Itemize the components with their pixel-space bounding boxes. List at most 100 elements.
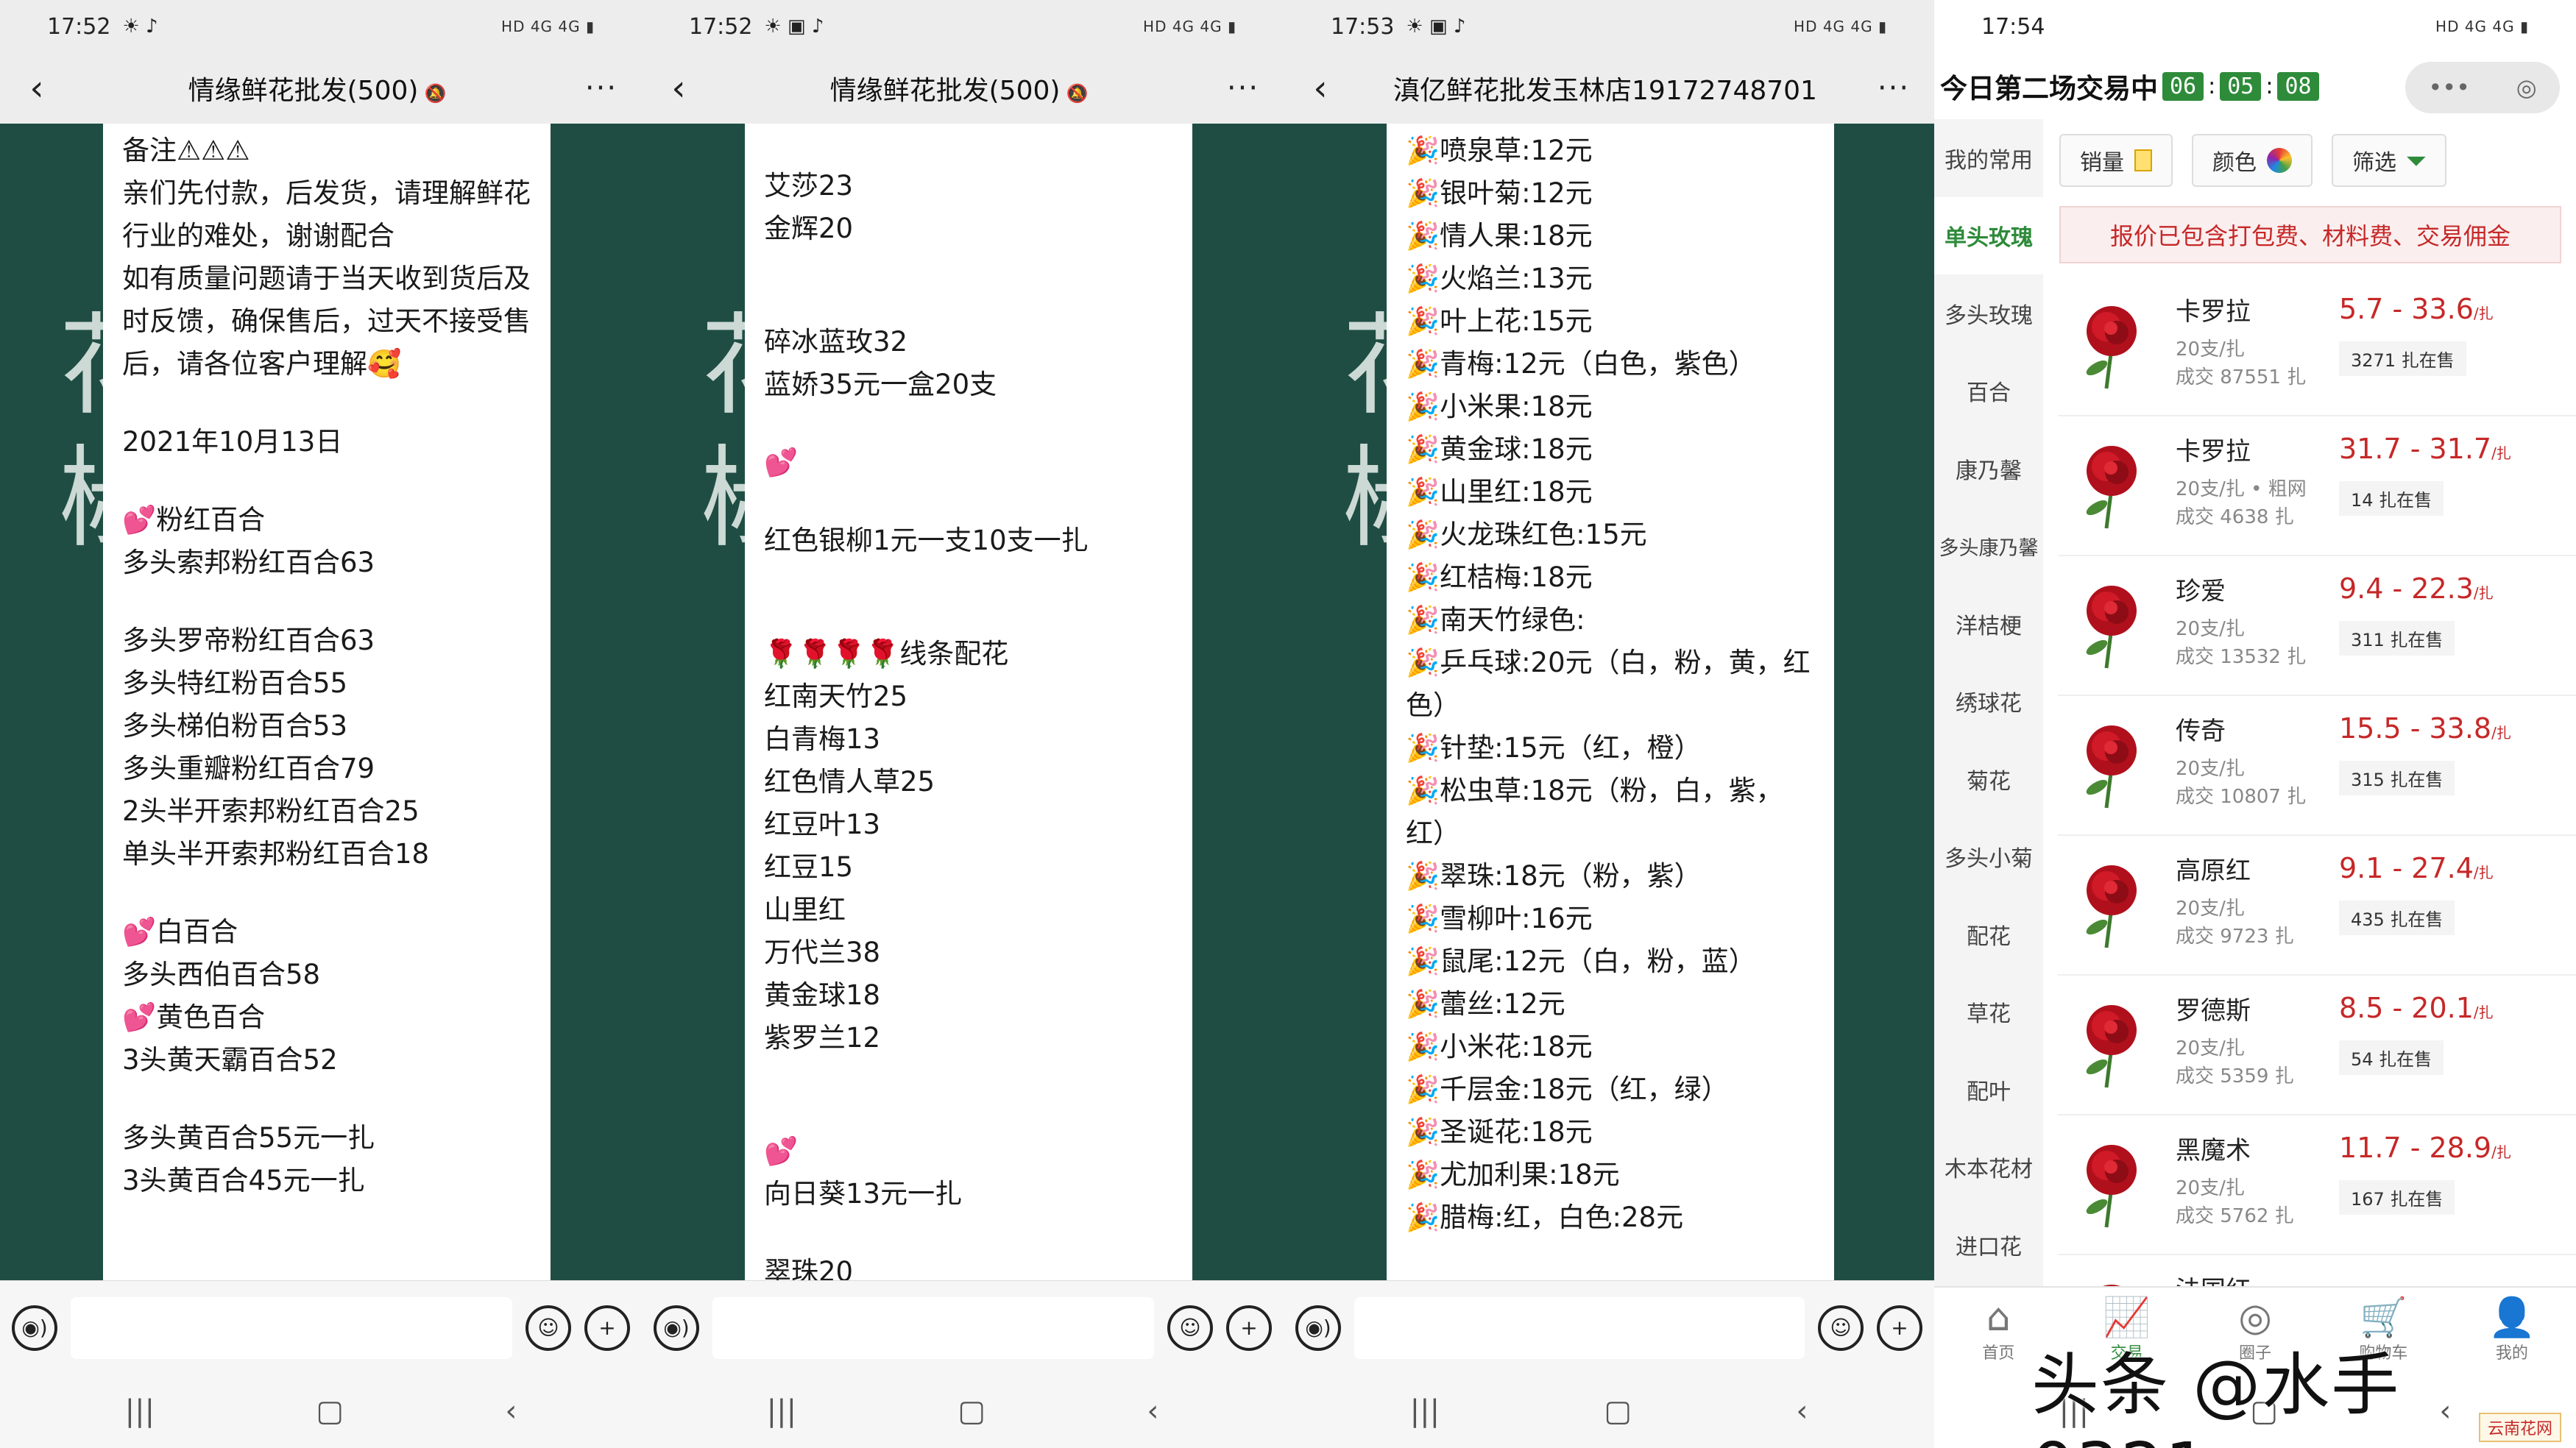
rose-image bbox=[2064, 714, 2159, 809]
voice-icon[interactable]: ◉) bbox=[1295, 1305, 1341, 1351]
line-spacer bbox=[764, 484, 1173, 519]
color-filter-button[interactable]: 颜色 bbox=[2192, 134, 2313, 187]
line-spacer bbox=[764, 562, 1173, 633]
message-line: 翠珠20 bbox=[764, 1256, 854, 1280]
home-icon[interactable]: ▢ bbox=[1604, 1394, 1632, 1428]
emoji-icon[interactable]: ☺ bbox=[1818, 1305, 1864, 1351]
sort-sales-button[interactable]: 销量 bbox=[2059, 134, 2173, 187]
product-name: 黑魔术 bbox=[2176, 1136, 2251, 1165]
capsule-more-icon[interactable]: ••• bbox=[2428, 74, 2470, 102]
product-spec: 20支/扎 bbox=[2176, 1037, 2245, 1060]
category-item[interactable]: 绣球花 bbox=[1934, 663, 2043, 741]
home-icon[interactable]: ▢ bbox=[316, 1394, 344, 1428]
more-options-icon[interactable]: ··· bbox=[1853, 71, 1934, 105]
message-line: 🎉银叶菊:12元 bbox=[1406, 177, 1593, 209]
status-signal: HD 4G 4G ▮ bbox=[1794, 18, 1887, 35]
home-icon[interactable]: ▢ bbox=[958, 1394, 986, 1428]
product-deals: 成交 9723 扎 bbox=[2176, 926, 2294, 948]
emoji-icon[interactable]: ☺ bbox=[1167, 1305, 1213, 1351]
message-line: 💕白百合 bbox=[122, 916, 238, 948]
category-item[interactable]: 草花 bbox=[1934, 973, 2043, 1051]
message-input[interactable] bbox=[71, 1296, 512, 1359]
message-line: 多头特红粉百合55 bbox=[122, 667, 348, 699]
rose-image bbox=[2064, 1133, 2159, 1229]
message-input[interactable] bbox=[712, 1296, 1154, 1359]
emoji-icon[interactable]: ☺ bbox=[526, 1305, 571, 1351]
category-item[interactable]: 配叶 bbox=[1934, 1051, 2043, 1129]
nav-back-icon[interactable]: ‹ bbox=[1796, 1394, 1808, 1428]
recent-apps-icon[interactable]: ||| bbox=[125, 1394, 155, 1428]
line-spacer bbox=[122, 584, 531, 620]
category-item[interactable]: 单头玫瑰 bbox=[1934, 196, 2043, 274]
line-spacer bbox=[122, 876, 531, 911]
product-row[interactable]: 罗德斯 20支/扎 成交 5359 扎 8.5 - 20.1/扎 54 扎在售 bbox=[2058, 976, 2576, 1115]
message-line: 2021年10月13日 bbox=[122, 426, 343, 458]
message-line: 🎉红桔梅:18元 bbox=[1406, 561, 1593, 593]
message-input[interactable] bbox=[1354, 1296, 1805, 1359]
back-icon[interactable]: ‹ bbox=[642, 68, 715, 109]
status-time: 17:52 bbox=[47, 13, 111, 40]
filter-button[interactable]: 筛选 ⏷ bbox=[2332, 134, 2446, 187]
system-nav-bar: ||| ▢ ‹ bbox=[0, 1374, 642, 1448]
message-line: 3头黄天霸百合52 bbox=[122, 1044, 338, 1076]
message-line: 多头重瓣粉红百合79 bbox=[122, 753, 375, 784]
category-item[interactable]: 我的常用 bbox=[1934, 119, 2043, 197]
product-row[interactable]: 珍爱 20支/扎 成交 13532 扎 9.4 - 22.3/扎 311 扎在售 bbox=[2058, 556, 2576, 696]
plus-icon[interactable]: + bbox=[1877, 1305, 1922, 1351]
chat-panel-3: 17:53 ☀ ▣ ♪ HD 4G 4G ▮ ‹ 滇亿鲜花批发玉林店1917274870… bbox=[1284, 0, 1934, 1448]
plus-icon[interactable]: + bbox=[1226, 1305, 1272, 1351]
recent-apps-icon[interactable]: ||| bbox=[1410, 1394, 1440, 1428]
countdown-timer: 06 : 05 : 08 bbox=[2162, 71, 2319, 101]
product-row[interactable]: 黑魔术 20支/扎 成交 5762 扎 11.7 - 28.9/扎 167 扎在售 bbox=[2058, 1115, 2576, 1255]
more-options-icon[interactable]: ··· bbox=[1203, 71, 1284, 105]
input-bar: ◉) ☺ + bbox=[0, 1280, 642, 1374]
voice-icon[interactable]: ◉) bbox=[12, 1305, 57, 1351]
product-price: 9.4 - 22.3/扎 bbox=[2339, 572, 2494, 605]
product-row[interactable]: 卡罗拉 20支/扎 成交 87551 扎 5.7 - 33.6/扎 3271 扎在售 bbox=[2058, 277, 2576, 416]
category-item[interactable]: 多头玫瑰 bbox=[1934, 274, 2043, 352]
message-line: 多头黄百合55元一扎 bbox=[122, 1122, 375, 1154]
message-line: 红南天竹25 bbox=[764, 681, 908, 712]
product-price: 11.7 - 28.9/扎 bbox=[2339, 1132, 2511, 1164]
message-line: 🎉青梅:12元（白色，紫色） bbox=[1406, 348, 1756, 380]
category-item[interactable]: 木本花材 bbox=[1934, 1129, 2043, 1207]
category-item[interactable]: 进口花 bbox=[1934, 1206, 2043, 1284]
message-line: 🎉情人果:18元 bbox=[1406, 220, 1593, 252]
category-item[interactable]: 康乃馨 bbox=[1934, 430, 2043, 508]
nav-back-icon[interactable]: ‹ bbox=[505, 1394, 517, 1428]
category-item[interactable]: 配花 bbox=[1934, 895, 2043, 973]
product-price: 9.1 - 27.4/扎 bbox=[2339, 852, 2494, 884]
chat-title-text: 情缘鲜花批发(500) bbox=[829, 76, 1061, 106]
trade-session-title: 今日第二场交易中 bbox=[1940, 73, 2158, 104]
category-item[interactable]: 多头康乃馨 bbox=[1934, 508, 2043, 586]
recent-apps-icon[interactable]: ||| bbox=[767, 1394, 796, 1428]
message-line: 如有质量问题请于当天收到货后及 bbox=[122, 263, 531, 294]
message-line: 💕黄色百合 bbox=[122, 1001, 266, 1033]
more-options-icon[interactable]: ··· bbox=[561, 71, 642, 105]
category-item[interactable]: 菊花 bbox=[1934, 740, 2043, 818]
category-item[interactable]: 百合 bbox=[1934, 352, 2043, 430]
product-price: 5.7 - 33.6/扎 bbox=[2339, 293, 2494, 325]
message-line: 色） bbox=[1406, 689, 1460, 721]
chat-background: 花 椒备注⚠⚠⚠亲们先付款，后发货，请理解鲜花行业的难处，谢谢配合如有质量问题请… bbox=[0, 124, 642, 1280]
voice-icon[interactable]: ◉) bbox=[654, 1305, 699, 1351]
message-line: 金辉20 bbox=[764, 213, 854, 244]
back-icon[interactable]: ‹ bbox=[1284, 68, 1357, 109]
product-row[interactable]: 高原红 20支/扎 成交 9723 扎 9.1 - 27.4/扎 435 扎在售 bbox=[2058, 836, 2576, 976]
category-item[interactable]: 多头小菊 bbox=[1934, 818, 2043, 896]
message-line: 🎉乒乓球:20元（白，粉，黄，红 bbox=[1406, 647, 1811, 678]
status-signal: HD 4G 4G ▮ bbox=[1143, 18, 1236, 35]
tab-icon: ⌂ bbox=[1986, 1296, 2011, 1340]
nav-back-icon[interactable]: ‹ bbox=[1147, 1394, 1158, 1428]
product-row[interactable]: 传奇 20支/扎 成交 10807 扎 15.5 - 33.8/扎 315 扎在售 bbox=[2058, 696, 2576, 836]
system-nav-bar: ||| ▢ ‹ bbox=[642, 1374, 1284, 1448]
plus-icon[interactable]: + bbox=[584, 1305, 630, 1351]
sales-icon bbox=[2134, 149, 2152, 171]
product-row[interactable]: 卡罗拉 20支/扎 • 粗网 成交 4638 扎 31.7 - 31.7/扎 14 扎在… bbox=[2058, 416, 2576, 556]
status-signal: HD 4G 4G ▮ bbox=[501, 18, 595, 35]
capsule-close-icon[interactable]: ◎ bbox=[2516, 74, 2537, 102]
message-line: 🎉松虫草:18元（粉，白，紫， bbox=[1406, 775, 1783, 806]
back-icon[interactable]: ‹ bbox=[0, 68, 74, 109]
product-thumbnail bbox=[2058, 848, 2165, 955]
category-item[interactable]: 洋桔梗 bbox=[1934, 585, 2043, 663]
